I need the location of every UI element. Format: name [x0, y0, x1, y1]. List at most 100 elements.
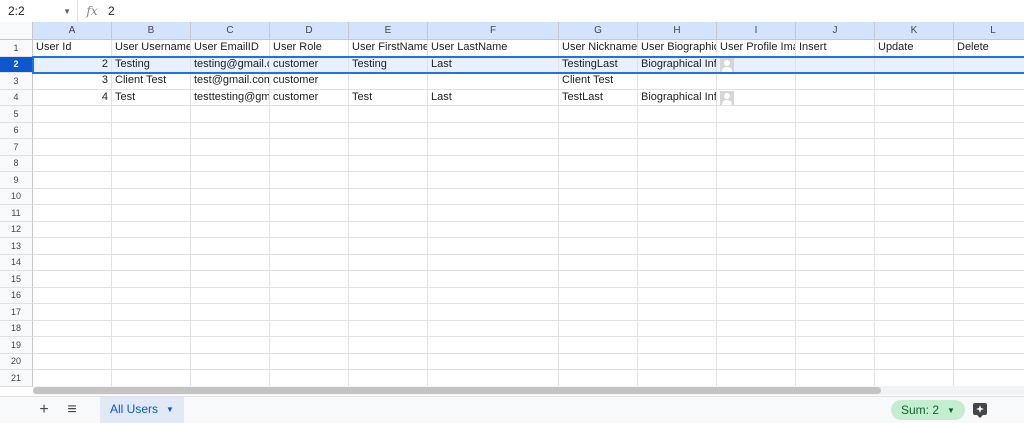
- row-header-4[interactable]: 4: [0, 89, 33, 106]
- cell[interactable]: [954, 73, 1024, 90]
- cell[interactable]: [428, 271, 559, 288]
- cell[interactable]: [428, 106, 559, 123]
- cell[interactable]: [33, 139, 112, 156]
- cell[interactable]: [349, 139, 428, 156]
- cell[interactable]: [796, 271, 875, 288]
- cell[interactable]: [428, 205, 559, 222]
- cell[interactable]: [349, 73, 428, 90]
- cell[interactable]: [33, 188, 112, 205]
- cell[interactable]: [875, 122, 954, 139]
- cell[interactable]: [33, 205, 112, 222]
- cell[interactable]: customer: [270, 89, 349, 106]
- row-header-14[interactable]: 14: [0, 254, 33, 271]
- name-box[interactable]: 2:2 ▼: [0, 0, 78, 22]
- cell[interactable]: [349, 155, 428, 172]
- cell[interactable]: [796, 139, 875, 156]
- cell[interactable]: [954, 123, 1024, 139]
- cell[interactable]: [33, 337, 112, 354]
- row-header-3[interactable]: 3: [0, 73, 33, 90]
- cell[interactable]: [717, 122, 796, 139]
- cell[interactable]: [638, 73, 717, 90]
- cell[interactable]: [428, 238, 559, 255]
- cell[interactable]: [33, 254, 112, 271]
- cell[interactable]: [270, 287, 349, 304]
- cell[interactable]: [270, 271, 349, 288]
- cell[interactable]: [875, 370, 954, 387]
- cell[interactable]: [112, 205, 191, 222]
- cell[interactable]: [954, 139, 1024, 156]
- row-header-15[interactable]: 15: [0, 271, 33, 288]
- cell[interactable]: [559, 188, 638, 205]
- cell[interactable]: [717, 287, 796, 304]
- cell[interactable]: [717, 89, 796, 106]
- cell[interactable]: [954, 337, 1024, 354]
- cell[interactable]: Biographical Info: [638, 89, 717, 106]
- cell[interactable]: [717, 271, 796, 288]
- cell[interactable]: [270, 320, 349, 337]
- cell[interactable]: [954, 172, 1024, 189]
- cell[interactable]: [112, 172, 191, 189]
- cell[interactable]: [33, 122, 112, 139]
- cell[interactable]: [33, 320, 112, 337]
- cell[interactable]: [954, 189, 1024, 205]
- cell[interactable]: [796, 337, 875, 354]
- column-header-e[interactable]: E: [349, 22, 428, 40]
- cell[interactable]: [717, 205, 796, 222]
- sheet-tab-all-users[interactable]: All Users ▼: [100, 397, 184, 423]
- cell[interactable]: [112, 337, 191, 354]
- cell[interactable]: Test: [349, 89, 428, 106]
- cell[interactable]: [33, 271, 112, 288]
- row-header-19[interactable]: 19: [0, 337, 33, 354]
- cell[interactable]: [428, 155, 559, 172]
- cell[interactable]: [954, 354, 1024, 370]
- cell[interactable]: [270, 254, 349, 271]
- cell[interactable]: [349, 221, 428, 238]
- row-header-6[interactable]: 6: [0, 122, 33, 139]
- scrollbar-thumb[interactable]: [33, 387, 881, 394]
- cell[interactable]: Testing: [349, 56, 428, 73]
- cell[interactable]: [875, 73, 954, 90]
- cell[interactable]: [191, 254, 270, 271]
- cell[interactable]: [349, 287, 428, 304]
- column-header-c[interactable]: C: [191, 22, 270, 40]
- row-header-1[interactable]: 1: [0, 40, 33, 57]
- cell[interactable]: [191, 353, 270, 370]
- cell[interactable]: [349, 106, 428, 123]
- cell[interactable]: [875, 337, 954, 354]
- cell[interactable]: [717, 337, 796, 354]
- cell[interactable]: [112, 155, 191, 172]
- cell[interactable]: [954, 271, 1024, 288]
- cell[interactable]: [191, 320, 270, 337]
- cell[interactable]: [954, 56, 1024, 73]
- cell[interactable]: [717, 238, 796, 255]
- column-header-d[interactable]: D: [270, 22, 349, 40]
- cell[interactable]: [559, 122, 638, 139]
- cell[interactable]: [875, 287, 954, 304]
- cell[interactable]: [270, 337, 349, 354]
- cell[interactable]: [349, 254, 428, 271]
- cell[interactable]: [717, 139, 796, 156]
- cell[interactable]: [191, 188, 270, 205]
- cell[interactable]: [796, 287, 875, 304]
- cell[interactable]: Last: [428, 56, 559, 73]
- cell[interactable]: [428, 304, 559, 321]
- cell[interactable]: [112, 254, 191, 271]
- cell[interactable]: [875, 172, 954, 189]
- cell[interactable]: [875, 205, 954, 222]
- cell[interactable]: [954, 238, 1024, 255]
- cell[interactable]: [191, 238, 270, 255]
- cell[interactable]: Last: [428, 89, 559, 106]
- cell[interactable]: [270, 304, 349, 321]
- cell[interactable]: [559, 205, 638, 222]
- cell[interactable]: [875, 56, 954, 73]
- cell[interactable]: [428, 122, 559, 139]
- cell[interactable]: [638, 139, 717, 156]
- cell[interactable]: [112, 320, 191, 337]
- cell[interactable]: [112, 188, 191, 205]
- cell[interactable]: testtesting@gmail.com: [191, 89, 270, 106]
- cell[interactable]: [559, 271, 638, 288]
- horizontal-scrollbar[interactable]: [33, 386, 1024, 395]
- cell[interactable]: [33, 304, 112, 321]
- cell[interactable]: [717, 304, 796, 321]
- cell[interactable]: [717, 172, 796, 189]
